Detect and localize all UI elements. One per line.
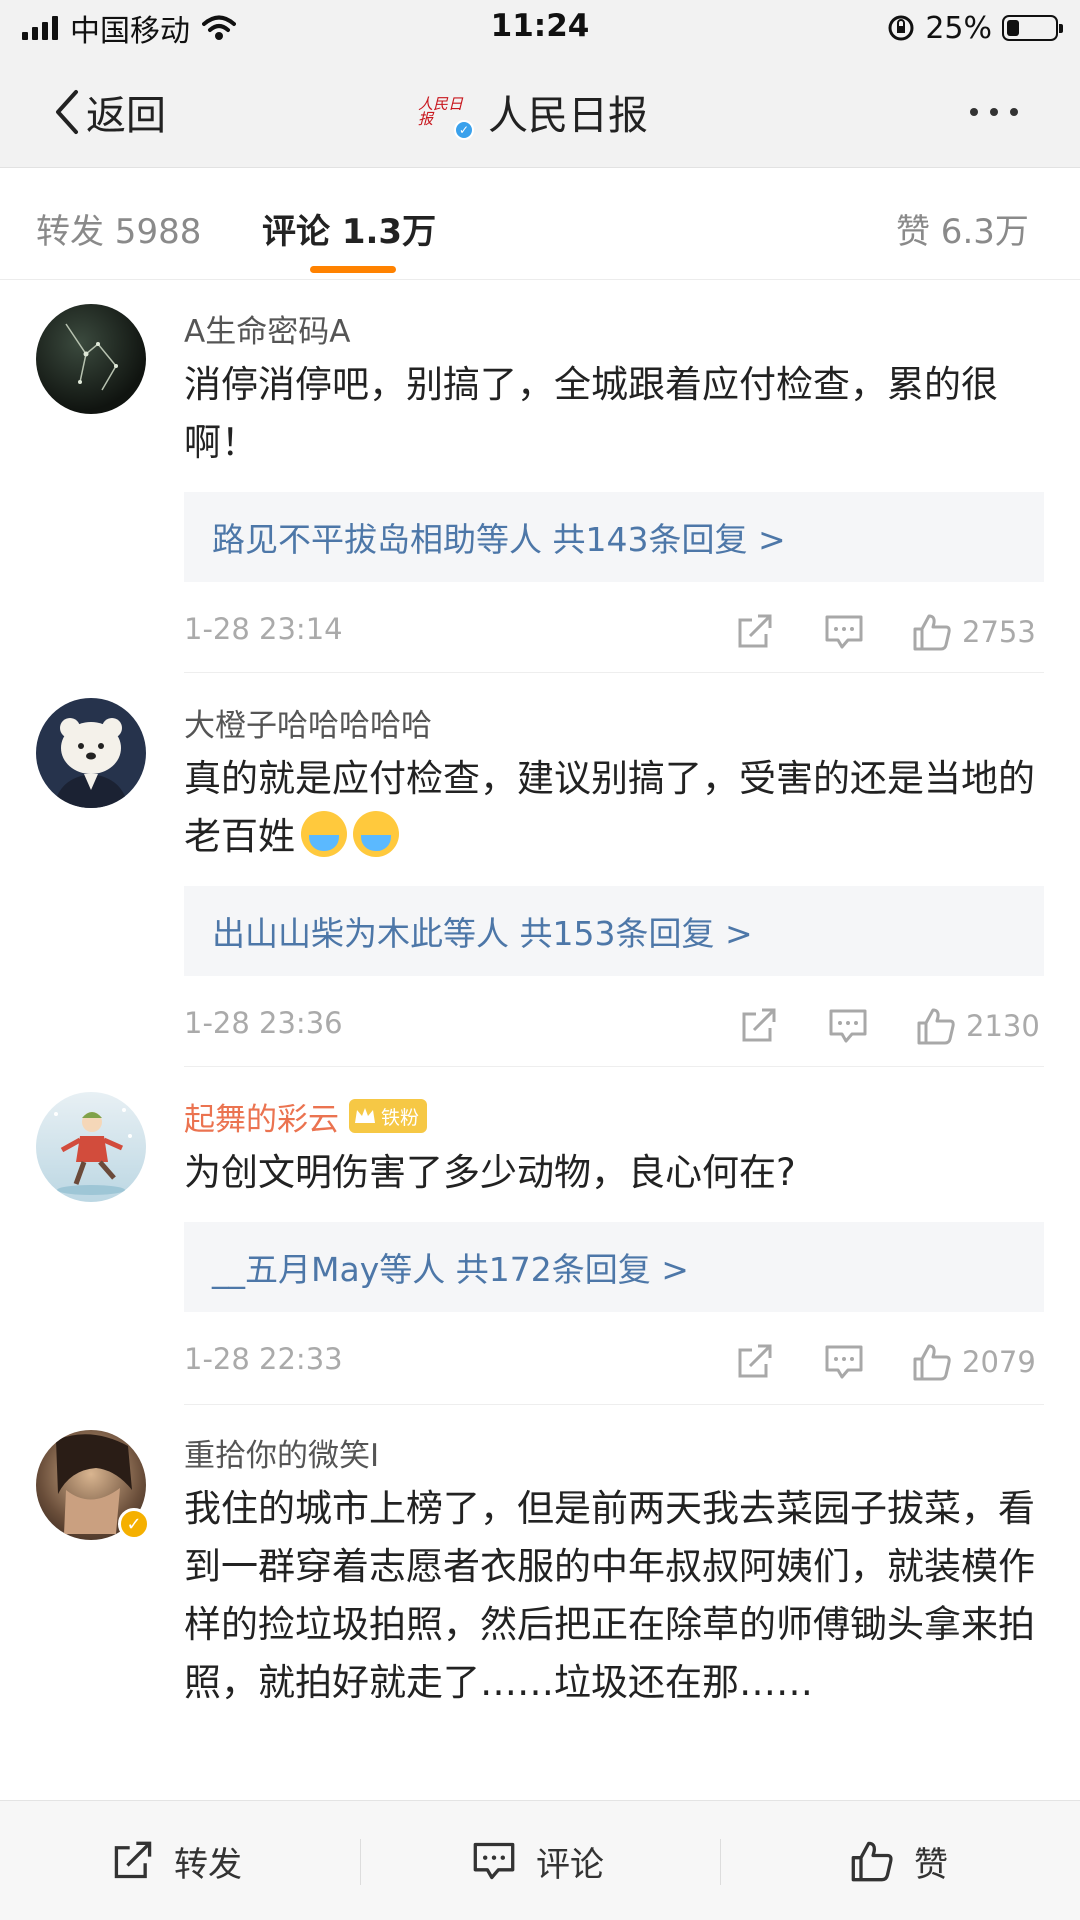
comment-button[interactable] bbox=[824, 1342, 864, 1382]
reply-summary[interactable]: __五月May等人 共172条回复 > bbox=[184, 1222, 1044, 1312]
comment-meta: 1-28 22:33 2079 bbox=[184, 1342, 1044, 1382]
thumbs-up-icon bbox=[917, 1008, 955, 1045]
thumbs-up-icon bbox=[913, 614, 951, 651]
more-dot-icon bbox=[990, 108, 998, 116]
crying-emoji-icon bbox=[301, 811, 347, 857]
username-text: 起舞的彩云 bbox=[184, 1101, 339, 1138]
active-tab-indicator bbox=[310, 266, 396, 273]
comment-button[interactable] bbox=[828, 1006, 868, 1046]
avatar[interactable] bbox=[36, 698, 146, 808]
thumbs-up-icon bbox=[851, 1841, 893, 1882]
like-count: 2753 bbox=[962, 615, 1036, 649]
share-icon bbox=[742, 1008, 776, 1042]
comment-icon bbox=[825, 615, 863, 649]
battery-fill bbox=[1007, 20, 1019, 36]
status-right: 25% bbox=[887, 8, 1063, 48]
verified-icon: ✓ bbox=[118, 1508, 150, 1540]
repost-button[interactable]: 转发 bbox=[112, 1801, 242, 1920]
like-action-button[interactable]: 赞 bbox=[850, 1801, 948, 1920]
bottom-action-bar: 转发 评论 赞 bbox=[0, 1800, 1080, 1920]
bottom-separator bbox=[720, 1839, 721, 1885]
avatar[interactable]: ✓ bbox=[36, 1430, 150, 1540]
comment-text: 真的就是应付检查，建议别搞了，受害的还是当地的老百姓 bbox=[184, 750, 1044, 866]
status-bar: 中国移动 11:24 25% bbox=[0, 0, 1080, 56]
crown-icon bbox=[355, 1108, 375, 1123]
more-dot-icon bbox=[1010, 108, 1018, 116]
share-button[interactable] bbox=[736, 612, 774, 652]
battery-percent: 25% bbox=[925, 10, 992, 46]
bottom-separator bbox=[360, 1839, 361, 1885]
avatar[interactable] bbox=[36, 1092, 146, 1202]
thumbs-up-icon bbox=[913, 1344, 951, 1381]
username-text: 大橙子哈哈哈哈哈 bbox=[184, 707, 432, 744]
comment-divider bbox=[184, 672, 1044, 673]
share-button[interactable] bbox=[740, 1006, 778, 1046]
comment-button[interactable] bbox=[824, 612, 864, 652]
crying-emoji-icon bbox=[353, 811, 399, 857]
comment-action-button[interactable]: 评论 bbox=[472, 1801, 604, 1920]
battery-icon bbox=[1002, 15, 1063, 41]
tab-bar: 转发 5988 评论 1.3万 赞 6.3万 bbox=[0, 168, 1080, 280]
like-count: 2079 bbox=[962, 1345, 1036, 1379]
share-icon bbox=[114, 1841, 152, 1879]
comment-label: 评论 bbox=[536, 1844, 604, 1885]
comment-body: A生命密码A 消停消停吧，别搞了，全城跟着应付检查，累的很啊！ bbox=[184, 306, 1044, 472]
comment-divider bbox=[184, 1404, 1044, 1405]
page-title: 人民日报 bbox=[488, 93, 648, 139]
skater-avatar-image bbox=[54, 1108, 132, 1195]
more-dot-icon bbox=[970, 108, 978, 116]
fan-badge: 铁粉 bbox=[349, 1099, 428, 1133]
like-count: 2130 bbox=[966, 1009, 1040, 1043]
tab-comments[interactable]: 评论 1.3万 bbox=[262, 204, 436, 253]
comment-icon bbox=[829, 1009, 867, 1043]
like-label: 赞 bbox=[914, 1844, 948, 1885]
comment-meta: 1-28 23:14 2753 bbox=[184, 612, 1044, 652]
reply-summary[interactable]: 路见不平拔岛相助等人 共143条回复 > bbox=[184, 492, 1044, 582]
comment-date: 1-28 23:36 bbox=[184, 1006, 343, 1040]
orientation-lock-icon bbox=[888, 15, 914, 41]
username[interactable]: A生命密码A bbox=[184, 306, 1044, 350]
people-daily-logo: 人民日报 ✓ bbox=[418, 92, 474, 140]
constellation-image bbox=[65, 323, 118, 391]
share-icon bbox=[738, 614, 772, 648]
bear-avatar-image bbox=[54, 718, 128, 808]
comment-meta: 1-28 23:36 2130 bbox=[184, 1006, 1044, 1046]
back-button[interactable]: 返回 bbox=[52, 84, 166, 140]
avatar[interactable] bbox=[36, 304, 146, 414]
chevron-left-icon bbox=[56, 90, 78, 134]
more-options-button[interactable] bbox=[970, 84, 1018, 140]
comment-divider bbox=[184, 1066, 1044, 1067]
comment-body: 大橙子哈哈哈哈哈 真的就是应付检查，建议别搞了，受害的还是当地的老百姓 bbox=[184, 700, 1044, 866]
comment-date: 1-28 22:33 bbox=[184, 1342, 343, 1376]
share-button[interactable] bbox=[736, 1342, 774, 1382]
username-text: A生命密码A bbox=[184, 313, 351, 350]
comment-text: 为创文明伤害了多少动物，良心何在? bbox=[184, 1151, 796, 1194]
username[interactable]: 重拾你的微笑I bbox=[184, 1430, 1044, 1474]
repost-label: 转发 bbox=[174, 1844, 242, 1885]
like-button[interactable]: 2079 bbox=[912, 1342, 1036, 1382]
nav-bar: 返回 人民日报 ✓ 人民日报 bbox=[0, 56, 1080, 168]
username[interactable]: 起舞的彩云 铁粉 bbox=[184, 1094, 1044, 1138]
tab-likes[interactable]: 赞 6.3万 bbox=[896, 204, 1029, 253]
username[interactable]: 大橙子哈哈哈哈哈 bbox=[184, 700, 1044, 744]
comment-icon bbox=[825, 1345, 863, 1379]
like-button[interactable]: 2130 bbox=[916, 1006, 1040, 1046]
username-text: 重拾你的微笑I bbox=[184, 1437, 380, 1474]
comment-text: 消停消停吧，别搞了，全城跟着应付检查，累的很啊！ bbox=[184, 363, 998, 464]
tab-repost[interactable]: 转发 5988 bbox=[36, 204, 201, 253]
comment-icon bbox=[473, 1842, 515, 1880]
reply-summary[interactable]: 出山山柴为木此等人 共153条回复 > bbox=[184, 886, 1044, 976]
comment-date: 1-28 23:14 bbox=[184, 612, 343, 646]
comment-text: 我住的城市上榜了，但是前两天我去菜园子拔菜，看到一群穿着志愿者衣服的中年叔叔阿姨… bbox=[184, 1487, 1035, 1704]
share-icon bbox=[738, 1344, 772, 1378]
comment-body: 重拾你的微笑I 我住的城市上榜了，但是前两天我去菜园子拔菜，看到一群穿着志愿者衣… bbox=[184, 1430, 1044, 1712]
comment-body: 起舞的彩云 铁粉 为创文明伤害了多少动物，良心何在? bbox=[184, 1094, 1044, 1202]
badge-label: 铁粉 bbox=[381, 1106, 420, 1129]
account-title[interactable]: 人民日报 ✓ 人民日报 bbox=[418, 84, 648, 140]
verified-icon: ✓ bbox=[454, 120, 474, 140]
back-label: 返回 bbox=[86, 93, 166, 139]
like-button[interactable]: 2753 bbox=[912, 612, 1036, 652]
